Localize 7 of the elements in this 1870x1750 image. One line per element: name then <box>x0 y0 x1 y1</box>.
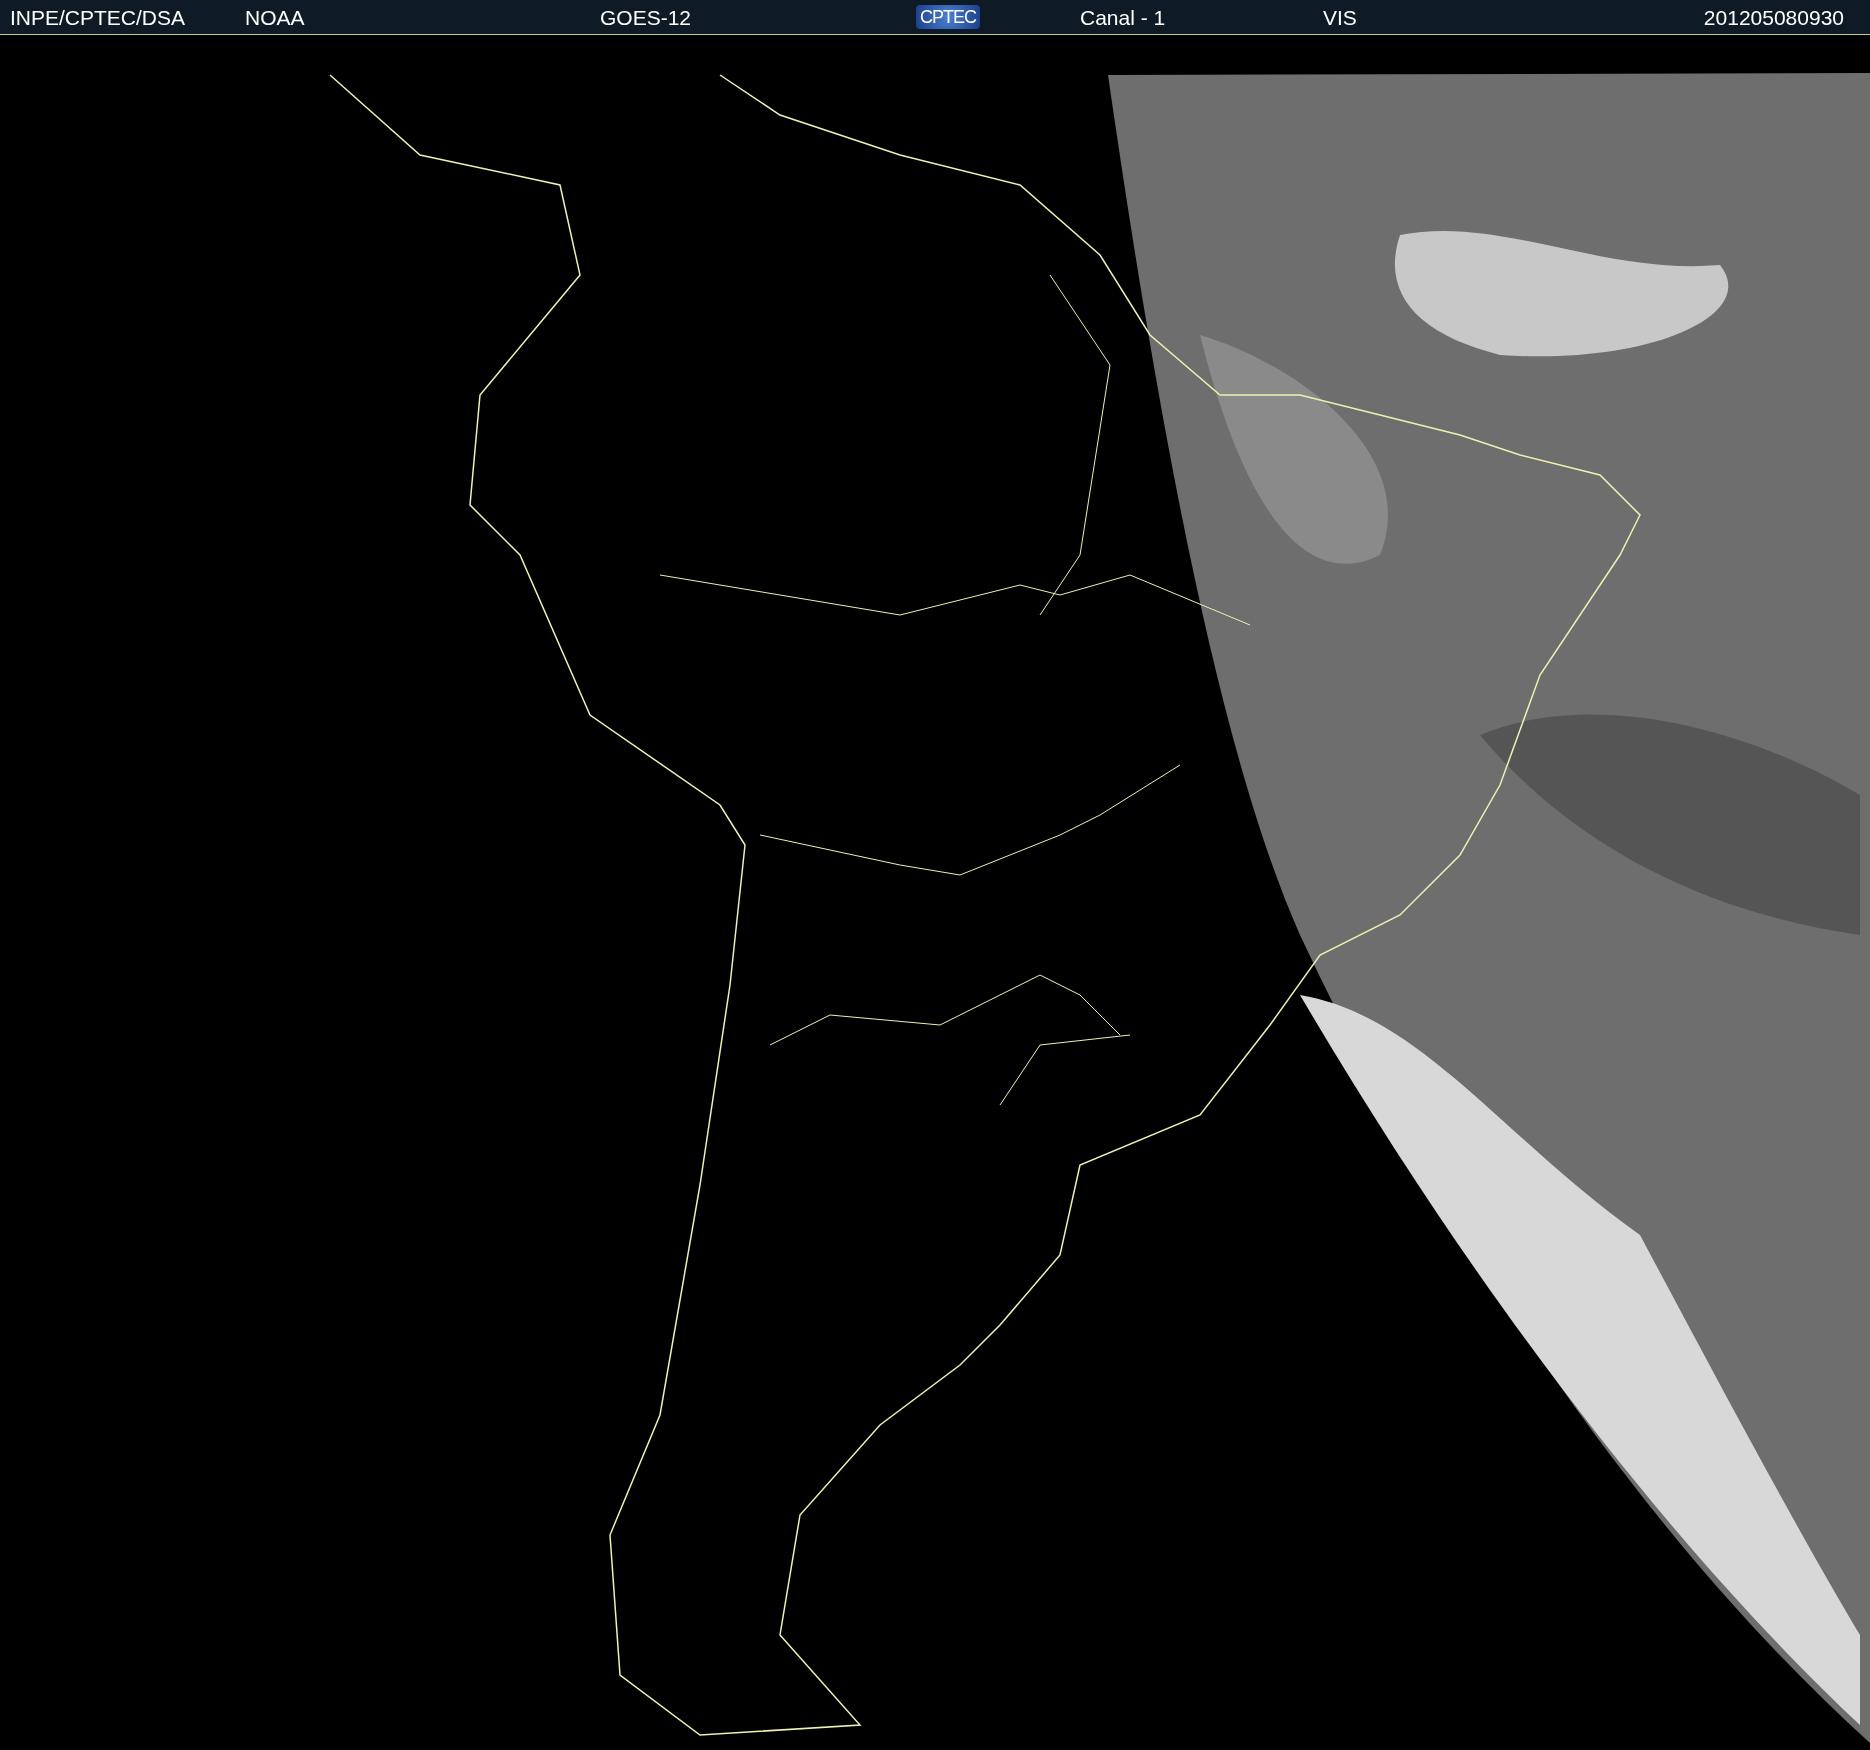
logo: CPTEC <box>916 5 980 29</box>
source-label: INPE/CPTEC/DSA <box>10 6 186 28</box>
channel-label: Canal - 1 <box>1080 6 1166 28</box>
timestamp-label: 201205080930 <box>1703 6 1844 28</box>
agency-label: NOAA <box>245 6 305 28</box>
band-label: VIS <box>1323 6 1357 28</box>
satellite-label: GOES-12 <box>600 6 692 28</box>
